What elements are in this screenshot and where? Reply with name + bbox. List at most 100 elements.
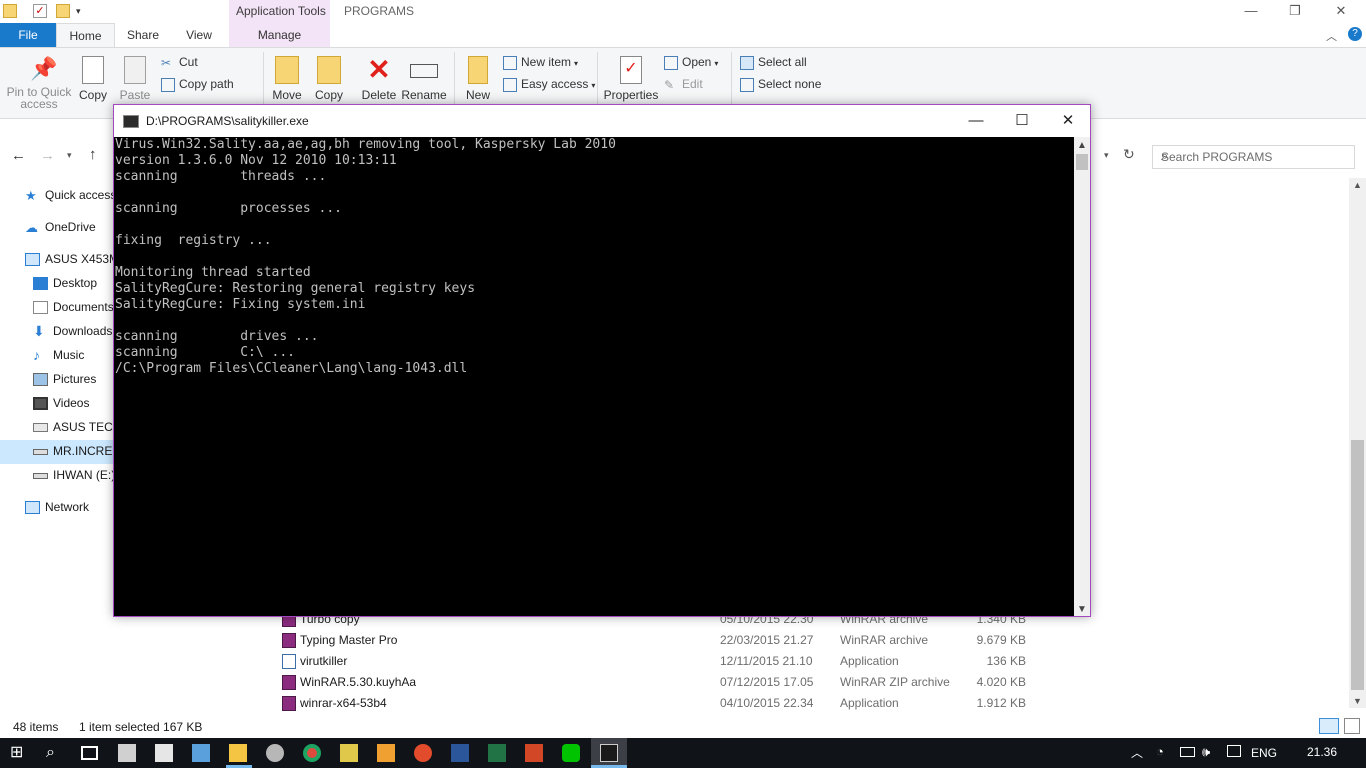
customize-quick-access-icon[interactable]: ▾ (76, 4, 90, 18)
input-language[interactable]: ENG (1251, 746, 1277, 760)
powerpoint-icon[interactable] (525, 744, 543, 762)
scrollbar-thumb[interactable] (1351, 440, 1364, 690)
select-none-button[interactable]: Select none (740, 74, 821, 94)
nav-drive-e[interactable]: IHWAN (E:) (33, 464, 115, 486)
edit-button[interactable]: ✎ Edit (664, 74, 703, 94)
select-all-icon (740, 55, 754, 70)
recent-locations-icon[interactable]: ▾ (67, 150, 72, 161)
back-arrow-icon[interactable]: ← (11, 147, 26, 164)
copy-button[interactable]: Copy (74, 56, 112, 102)
scroll-up-icon[interactable]: ▲ (1077, 140, 1087, 151)
nav-documents-label: Documents (53, 300, 114, 314)
restore-button[interactable]: ❐ (1272, 0, 1318, 23)
address-dropdown-icon[interactable]: ▾ (1104, 150, 1109, 161)
up-arrow-icon[interactable]: ↑ (89, 146, 97, 163)
console-output-area[interactable]: Virus.Win32.Sality.aa,ae,ag,bh removing … (114, 137, 1074, 616)
uc-browser-icon[interactable] (377, 744, 395, 762)
file-date: 12/11/2015 21.10 (720, 654, 813, 668)
collapse-ribbon-icon[interactable]: ︿ (1326, 28, 1337, 44)
nav-this-pc[interactable]: ASUS X453M (25, 248, 119, 270)
console-app-icon[interactable] (600, 744, 618, 762)
copy-to-button[interactable]: Copy (310, 56, 348, 102)
scroll-up-icon[interactable]: ▲ (1353, 180, 1362, 190)
file-explorer-icon[interactable] (229, 744, 247, 762)
console-scrollbar-thumb[interactable] (1076, 154, 1088, 170)
excel-icon[interactable] (488, 744, 506, 762)
console-window[interactable]: D:\PROGRAMS\salitykiller.exe — ☐ ✕ Virus… (113, 104, 1091, 617)
volume-icon[interactable]: 🕪 (1202, 744, 1210, 760)
cut-button[interactable]: ✂ Cut (161, 52, 198, 72)
word-icon[interactable] (451, 744, 469, 762)
copy-path-button[interactable]: Copy path (161, 74, 234, 94)
scroll-down-icon[interactable]: ▼ (1353, 696, 1362, 706)
show-hidden-icons-icon[interactable]: ︿ (1131, 744, 1143, 761)
nav-videos[interactable]: Videos (33, 392, 89, 414)
notepad-icon[interactable] (340, 744, 358, 762)
file-row[interactable]: winrar-x64-53b4 04/10/2015 22.34 Applica… (279, 693, 1059, 714)
action-center-icon[interactable] (1227, 745, 1241, 757)
control-panel-icon[interactable] (192, 744, 210, 762)
line-icon[interactable] (562, 744, 580, 762)
console-titlebar[interactable]: D:\PROGRAMS\salitykiller.exe — ☐ ✕ (114, 105, 1090, 137)
file-row[interactable]: WinRAR.5.30.kuyhAa 07/12/2015 17.05 WinR… (279, 672, 1059, 693)
paste-button[interactable]: Paste (116, 56, 154, 102)
easy-access-button[interactable]: Easy access ▾ (503, 74, 595, 94)
new-folder-button[interactable]: New (460, 56, 496, 102)
file-row[interactable]: Typing Master Pro 22/03/2015 21.27 WinRA… (279, 630, 1059, 651)
nav-drive-d[interactable]: MR.INCRED (33, 440, 121, 462)
windows-start-icon[interactable]: ⊞ (10, 744, 28, 762)
file-row[interactable]: virutkiller 12/11/2015 21.10 Application… (279, 651, 1059, 672)
nav-pictures-label: Pictures (53, 372, 97, 386)
battery-icon[interactable] (1180, 747, 1195, 757)
nav-documents[interactable]: Documents (33, 296, 114, 318)
search-input[interactable]: Search PROGRAMS ⌕ (1152, 145, 1355, 169)
details-view-icon[interactable] (1319, 718, 1339, 734)
nav-downloads[interactable]: ⬇ Downloads (33, 320, 112, 342)
delete-button[interactable]: ✕ Delete (358, 56, 400, 103)
nav-onedrive[interactable]: ☁ OneDrive (25, 216, 96, 238)
nav-desktop[interactable]: Desktop (33, 272, 97, 294)
console-minimize-button[interactable]: — (953, 105, 999, 137)
open-button[interactable]: Open ▾ (664, 52, 718, 72)
nav-pictures[interactable]: Pictures (33, 368, 96, 390)
console-maximize-button[interactable]: ☐ (999, 105, 1045, 137)
pin-to-quick-access-button[interactable]: 📌 Pin to Quick access (4, 56, 74, 110)
refresh-icon[interactable]: ↻ (1123, 146, 1135, 163)
tab-share[interactable]: Share (118, 23, 168, 47)
forward-arrow-icon[interactable]: → (40, 147, 55, 164)
console-scrollbar[interactable]: ▲ ▼ (1074, 137, 1090, 616)
nav-music[interactable]: ♪ Music (33, 344, 84, 366)
tab-manage[interactable]: Manage (229, 23, 330, 47)
clock[interactable]: 21.36 (1307, 745, 1337, 759)
file-list-scrollbar[interactable]: ▲ ▼ (1349, 178, 1366, 708)
tab-view[interactable]: View (176, 23, 222, 47)
console-close-button[interactable]: ✕ (1045, 105, 1091, 137)
minimize-button[interactable]: — (1228, 0, 1274, 23)
nav-network[interactable]: Network (25, 496, 89, 518)
rename-button[interactable]: Rename (400, 56, 448, 102)
ccleaner-icon[interactable] (414, 744, 432, 762)
new-folder-icon[interactable] (56, 4, 70, 18)
tab-file[interactable]: File (0, 23, 56, 47)
settings-icon[interactable] (266, 744, 284, 762)
properties-icon[interactable]: ✓ (33, 4, 47, 18)
wifi-icon[interactable]: ◔ (1156, 744, 1164, 759)
move-to-button[interactable]: Move (268, 56, 306, 102)
task-view-icon[interactable] (81, 746, 98, 760)
copy-icon (82, 56, 104, 84)
nav-drive-c[interactable]: ASUS TECH (33, 416, 121, 438)
scroll-down-icon[interactable]: ▼ (1077, 604, 1087, 615)
store-icon[interactable] (155, 744, 173, 762)
properties-button[interactable]: ✓ Properties (603, 56, 659, 102)
search-icon[interactable]: ⌕ (46, 744, 64, 762)
movie-maker-icon[interactable] (118, 744, 136, 762)
select-all-button[interactable]: Select all (740, 52, 807, 72)
help-icon[interactable]: ? (1348, 27, 1362, 41)
tab-home[interactable]: Home (56, 23, 115, 47)
close-button[interactable]: ✕ (1318, 0, 1364, 23)
new-item-button[interactable]: New item ▾ (503, 52, 578, 72)
large-icons-view-icon[interactable] (1344, 718, 1360, 734)
chrome-icon[interactable] (303, 744, 321, 762)
file-type: WinRAR archive (840, 633, 929, 647)
nav-quick-access[interactable]: ★ Quick access (25, 184, 116, 206)
